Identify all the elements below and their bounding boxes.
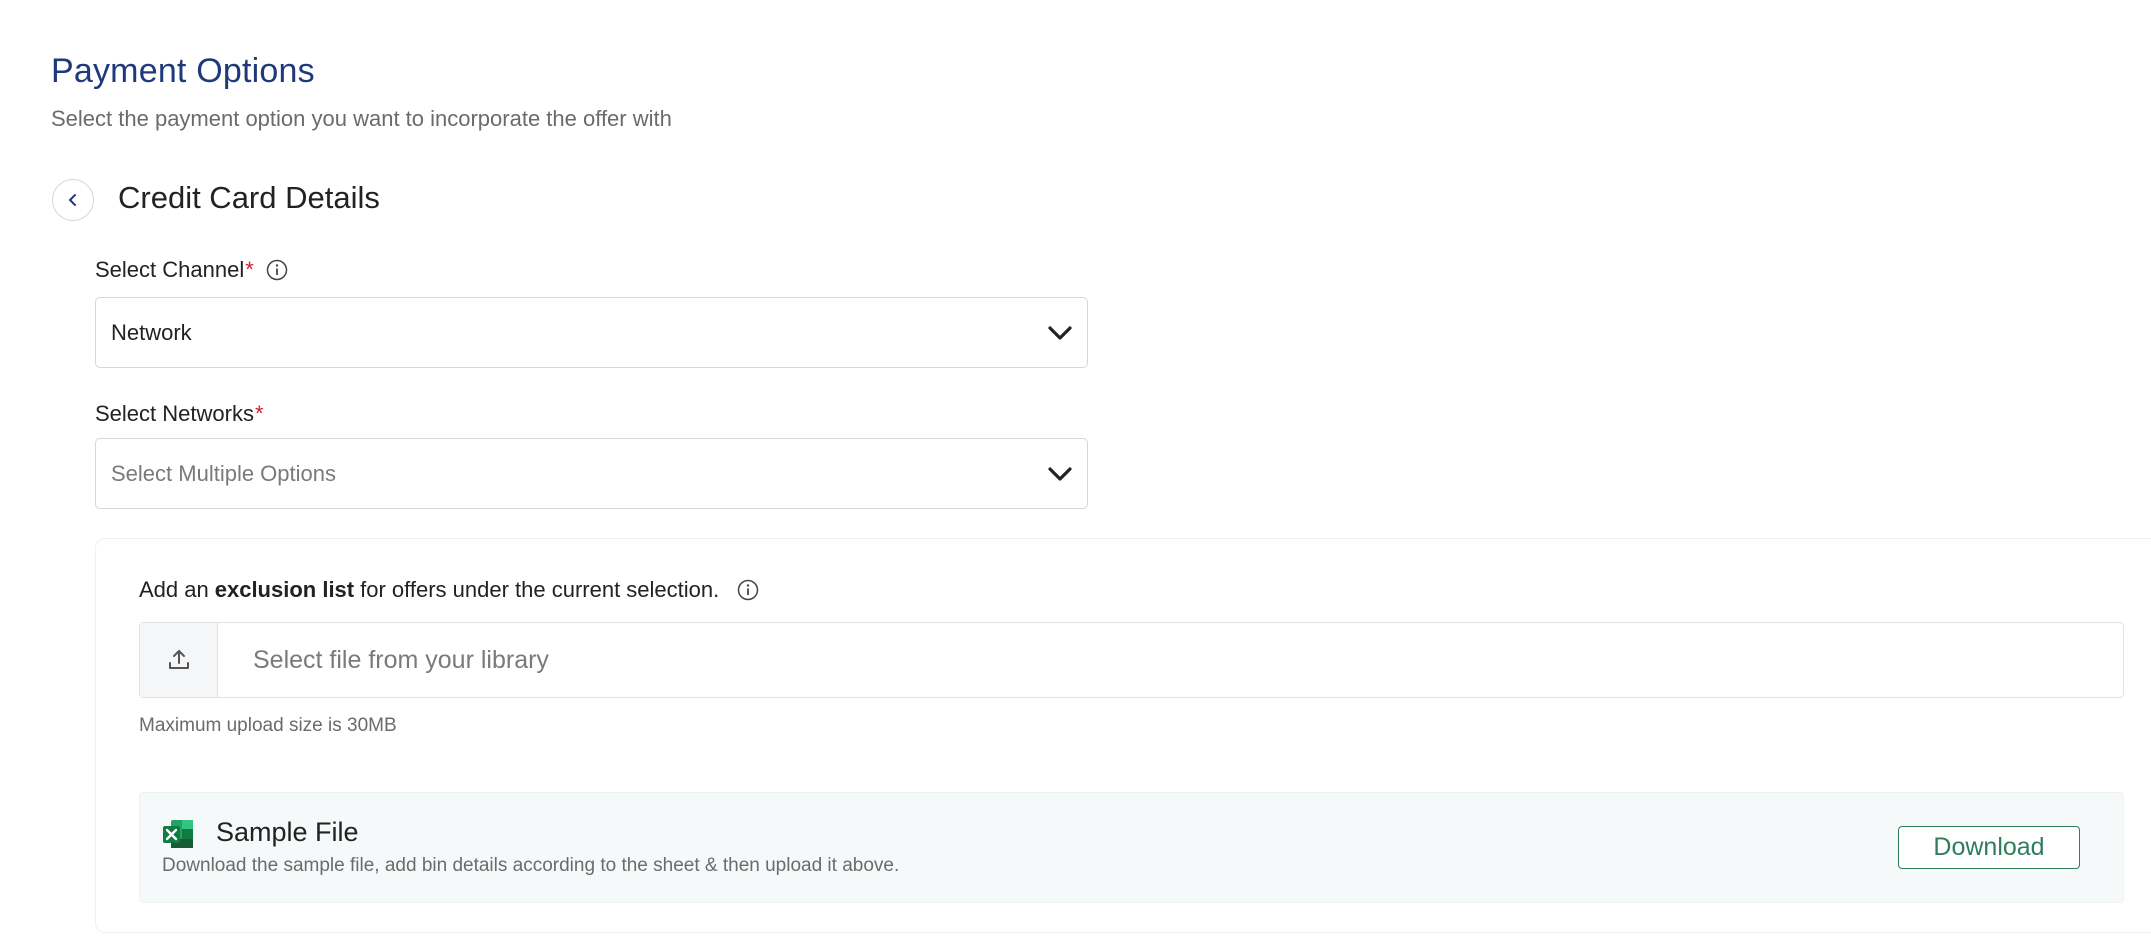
channel-label-text: Select Channel [95,257,245,282]
exclusion-description: Add an exclusion list for offers under t… [139,577,759,603]
networks-label: Select Networks * [95,401,264,427]
sample-file-title: Sample File [216,817,359,847]
chevron-down-icon [1048,466,1072,481]
section-title: Credit Card Details [118,180,380,215]
exclusion-text-before: Add an [139,577,209,602]
sample-file-description: Download the sample file, add bin detail… [162,855,900,876]
exclusion-text-bold: exclusion list [214,577,355,602]
required-mark: * [245,257,254,282]
excel-file-icon [163,820,193,848]
networks-select-placeholder: Select Multiple Options [111,460,336,486]
channel-label: Select Channel * [95,257,288,283]
file-upload-field[interactable]: Select file from your library [139,622,2124,698]
channel-select-value: Network [111,319,192,345]
networks-label-text: Select Networks [95,401,254,426]
chevron-left-icon [69,194,76,206]
info-icon[interactable] [266,259,288,281]
page-subtitle: Select the payment option you want to in… [51,106,672,131]
required-mark: * [254,401,264,426]
sample-file-box: Sample File Download the sample file, ad… [139,792,2124,903]
back-button[interactable] [52,179,94,221]
upload-icon [168,650,189,669]
exclusion-text-after: for offers under the current selection. [360,577,720,602]
info-icon[interactable] [737,579,759,601]
upload-button[interactable] [140,623,218,697]
upload-placeholder[interactable]: Select file from your library [218,623,2123,697]
channel-select[interactable]: Network [95,297,1088,368]
page-title: Payment Options [51,52,315,90]
chevron-down-icon [1048,325,1072,340]
upload-size-hint: Maximum upload size is 30MB [139,715,397,736]
networks-select[interactable]: Select Multiple Options [95,438,1088,509]
download-button[interactable]: Download [1898,826,2080,869]
